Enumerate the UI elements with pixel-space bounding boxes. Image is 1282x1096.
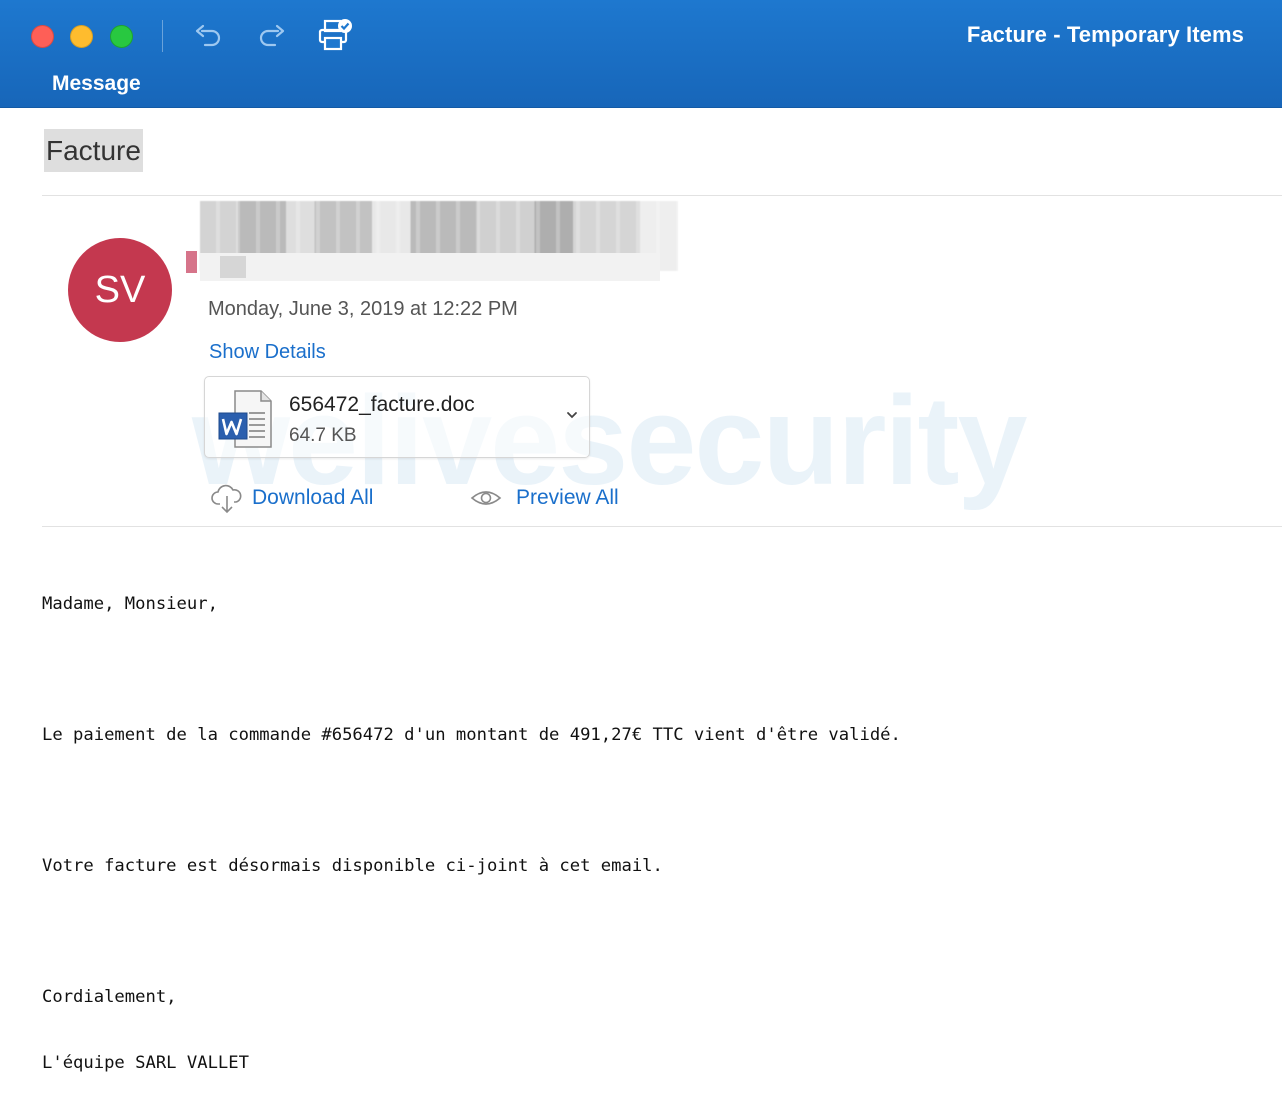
chevron-down-icon[interactable] (565, 408, 579, 422)
subject-divider (42, 195, 1282, 196)
avatar-marker (186, 251, 197, 273)
title-bar: Facture - Temporary Items Message (0, 0, 1282, 108)
close-window-button[interactable] (31, 25, 54, 48)
zoom-window-button[interactable] (110, 25, 133, 48)
sender-avatar: SV (68, 238, 172, 342)
message-date: Monday, June 3, 2019 at 12:22 PM (208, 298, 518, 320)
preview-all-button[interactable]: Preview All (516, 486, 619, 510)
body-greeting: Madame, Monsieur, (42, 594, 218, 614)
show-details-link[interactable]: Show Details (209, 341, 326, 364)
download-all-button[interactable]: Download All (252, 486, 373, 510)
body-payment-line: Le paiement de la commande #656472 d'un … (42, 725, 901, 745)
attachment-name: 656472_facture.doc (289, 393, 475, 416)
message-body: Madame, Monsieur, Le paiement de la comm… (42, 549, 901, 1096)
redacted-recipient-mark (220, 256, 246, 278)
body-invoice-line: Votre facture est désormais disponible c… (42, 856, 663, 876)
attachment-size: 64.7 KB (289, 425, 357, 446)
redo-icon[interactable] (257, 22, 287, 50)
cloud-download-icon[interactable] (210, 482, 244, 516)
tab-message[interactable]: Message (52, 72, 141, 96)
message-subject: Facture (44, 129, 143, 172)
toolbar-separator (162, 20, 163, 52)
body-signature: L'équipe SARL VALLET (42, 1053, 249, 1073)
window-title: Facture - Temporary Items (966, 22, 1244, 47)
minimize-window-button[interactable] (70, 25, 93, 48)
body-closing: Cordialement, (42, 987, 177, 1007)
eye-icon[interactable] (470, 486, 502, 510)
undo-icon[interactable] (193, 22, 223, 50)
print-icon[interactable] (316, 18, 354, 52)
redacted-recipient (200, 253, 660, 281)
attachment-card[interactable]: 656472_facture.doc 64.7 KB (204, 376, 590, 458)
word-doc-icon (218, 390, 272, 448)
header-divider (42, 526, 1282, 527)
